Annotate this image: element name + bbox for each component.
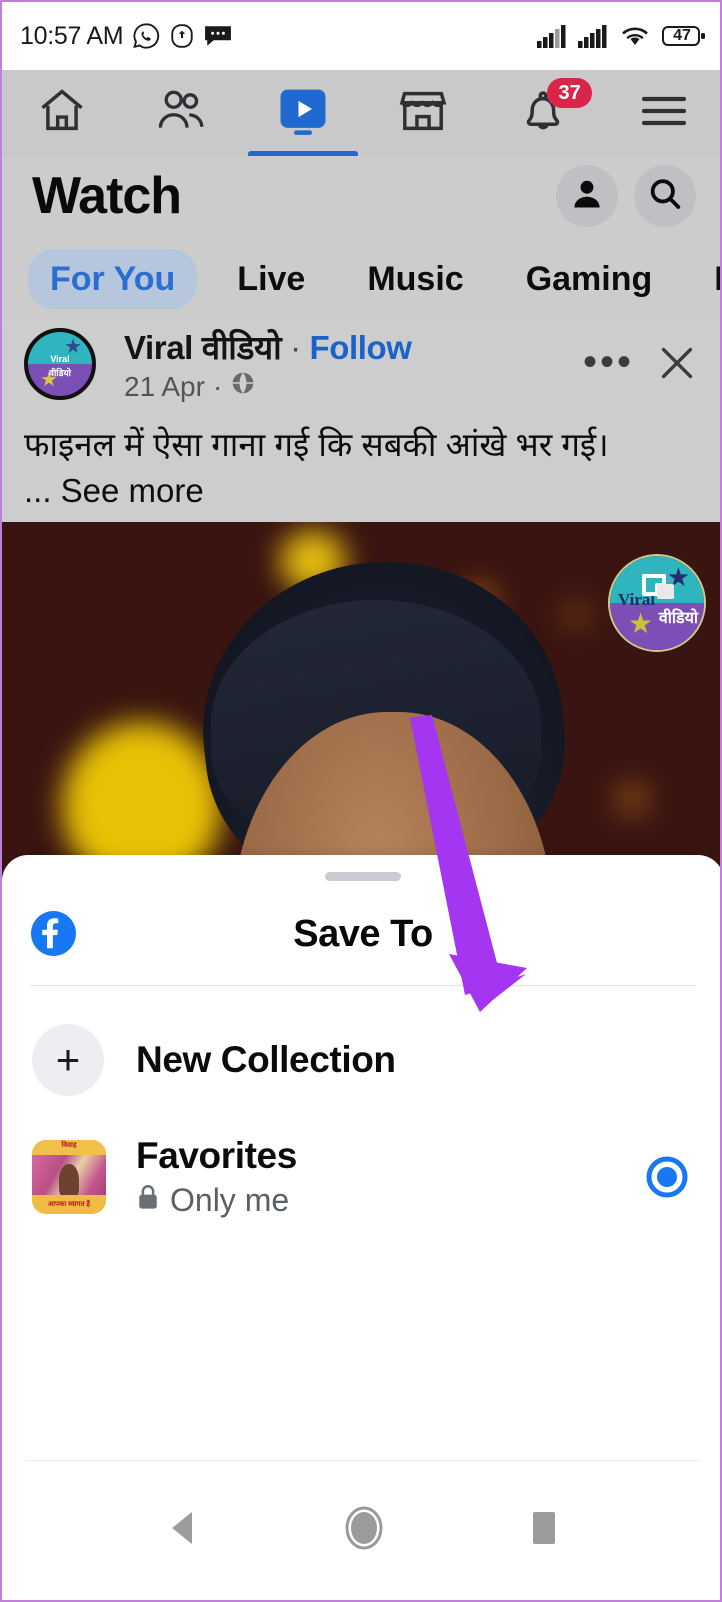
status-bar-right: 47 (537, 24, 706, 48)
new-collection-label: New Collection (136, 1039, 396, 1080)
notifications-tab[interactable]: 37 (483, 70, 603, 156)
thumbnail-bottom-text: आपका स्वागत है (47, 1201, 91, 1208)
new-collection-row[interactable]: + New Collection (2, 1005, 720, 1115)
tab-live[interactable]: Live (215, 249, 327, 309)
tab-music[interactable]: Music (345, 249, 485, 309)
friends-tab[interactable] (122, 70, 242, 156)
see-more-link[interactable]: ... See more (24, 468, 708, 514)
avatar-top-text: Viral (50, 354, 70, 364)
search-icon (646, 175, 684, 218)
video-play-icon (276, 84, 330, 143)
save-to-bottom-sheet: Save To + New Collection विवाह आपका स्वा… (2, 855, 720, 1464)
favorites-row[interactable]: विवाह आपका स्वागत है Favorites Only me (2, 1117, 720, 1237)
post-author-line: Viral वीडियो · Follow (124, 324, 412, 369)
plus-icon-circle: + (32, 1024, 104, 1096)
favorites-privacy-label: Only me (170, 1182, 290, 1218)
hamburger-icon (638, 91, 690, 136)
post-text: फाइनल में ऐसा गाना गई कि सबकी आंखे भर गई… (24, 426, 609, 463)
favorites-thumbnail: विवाह आपका स्वागत है (32, 1140, 106, 1214)
video-watermark: ★ ★ Viral वीडियो (608, 554, 706, 652)
battery-level-label: 47 (673, 27, 691, 44)
sheet-divider (30, 985, 696, 986)
avatar[interactable]: ★ ★ Viral वीडियो (24, 328, 96, 400)
watch-header-actions (556, 165, 696, 227)
post-header: ★ ★ Viral वीडियो Viral वीडियो · Follow 2… (2, 322, 720, 522)
back-triangle-icon[interactable] (164, 1508, 202, 1553)
plus-icon: + (55, 1036, 81, 1083)
messages-icon (204, 24, 232, 48)
watch-header: Watch (2, 156, 720, 236)
post-separator: · (290, 329, 301, 366)
recents-square-icon[interactable] (526, 1507, 562, 1554)
thumbnail-top-text: विवाह (61, 1142, 77, 1149)
store-icon (397, 85, 449, 142)
meta-separator: · (212, 370, 223, 402)
menu-tab[interactable] (604, 70, 720, 156)
globe-icon (230, 370, 256, 403)
favorites-texts: Favorites Only me (136, 1134, 297, 1220)
app-top-nav: 37 (2, 70, 720, 156)
tab-gaming[interactable]: Gaming (504, 249, 675, 309)
favorites-privacy: Only me (136, 1180, 297, 1220)
watermark-star2-icon: ★ (628, 608, 654, 639)
app-icon (169, 23, 195, 49)
follow-link[interactable]: Follow (309, 329, 411, 366)
tab-following[interactable]: Fo (692, 249, 720, 309)
post-meta: 21 Apr · (124, 370, 256, 403)
page-title: Watch (32, 167, 182, 225)
drag-handle[interactable] (325, 872, 401, 881)
post-text-block: फाइनल में ऐसा गाना गई कि सबकी आंखे भर गई… (24, 422, 708, 514)
lock-icon (136, 1180, 160, 1220)
home-tab[interactable] (2, 70, 122, 156)
favorites-label: Favorites (136, 1135, 297, 1176)
favorites-radio-selected[interactable] (644, 1154, 690, 1200)
whatsapp-icon (132, 22, 160, 50)
profile-button[interactable] (556, 165, 618, 227)
wifi-icon (619, 24, 651, 48)
sheet-title: Save To (293, 913, 433, 955)
marketplace-tab[interactable] (363, 70, 483, 156)
signal-bars-2-icon (578, 24, 608, 48)
phone-screen: 10:57 AM 47 37 Watch For You Live Music … (0, 0, 722, 1602)
nav-bar-divider (26, 1460, 700, 1461)
battery-icon: 47 (662, 24, 706, 48)
home-circle-icon[interactable] (342, 1503, 386, 1558)
search-button[interactable] (634, 165, 696, 227)
post-more-button[interactable]: ••• (583, 342, 634, 382)
person-icon (569, 176, 605, 217)
status-bar-clock: 10:57 AM (20, 21, 124, 50)
status-bar: 10:57 AM 47 (2, 2, 720, 70)
sheet-header: Save To (2, 895, 720, 983)
avatar-bottom-text: वीडियो (48, 368, 72, 378)
share-overlay-icon (640, 572, 684, 608)
android-nav-bar (2, 1460, 720, 1600)
close-x-icon (654, 347, 700, 390)
tab-for-you[interactable]: For You (28, 249, 198, 309)
watch-category-tabs: For You Live Music Gaming Fo (2, 236, 720, 322)
watch-tab[interactable] (243, 70, 363, 156)
watermark-bottom-text: वीडियो (658, 610, 698, 627)
post-date: 21 Apr (124, 370, 205, 402)
home-icon (36, 85, 88, 142)
signal-bars-1-icon (537, 24, 567, 48)
notifications-badge: 37 (547, 78, 592, 108)
status-bar-left: 10:57 AM (20, 22, 232, 51)
friends-icon (155, 85, 209, 142)
post-author[interactable]: Viral वीडियो (124, 329, 282, 366)
post-close-button[interactable] (654, 340, 700, 386)
